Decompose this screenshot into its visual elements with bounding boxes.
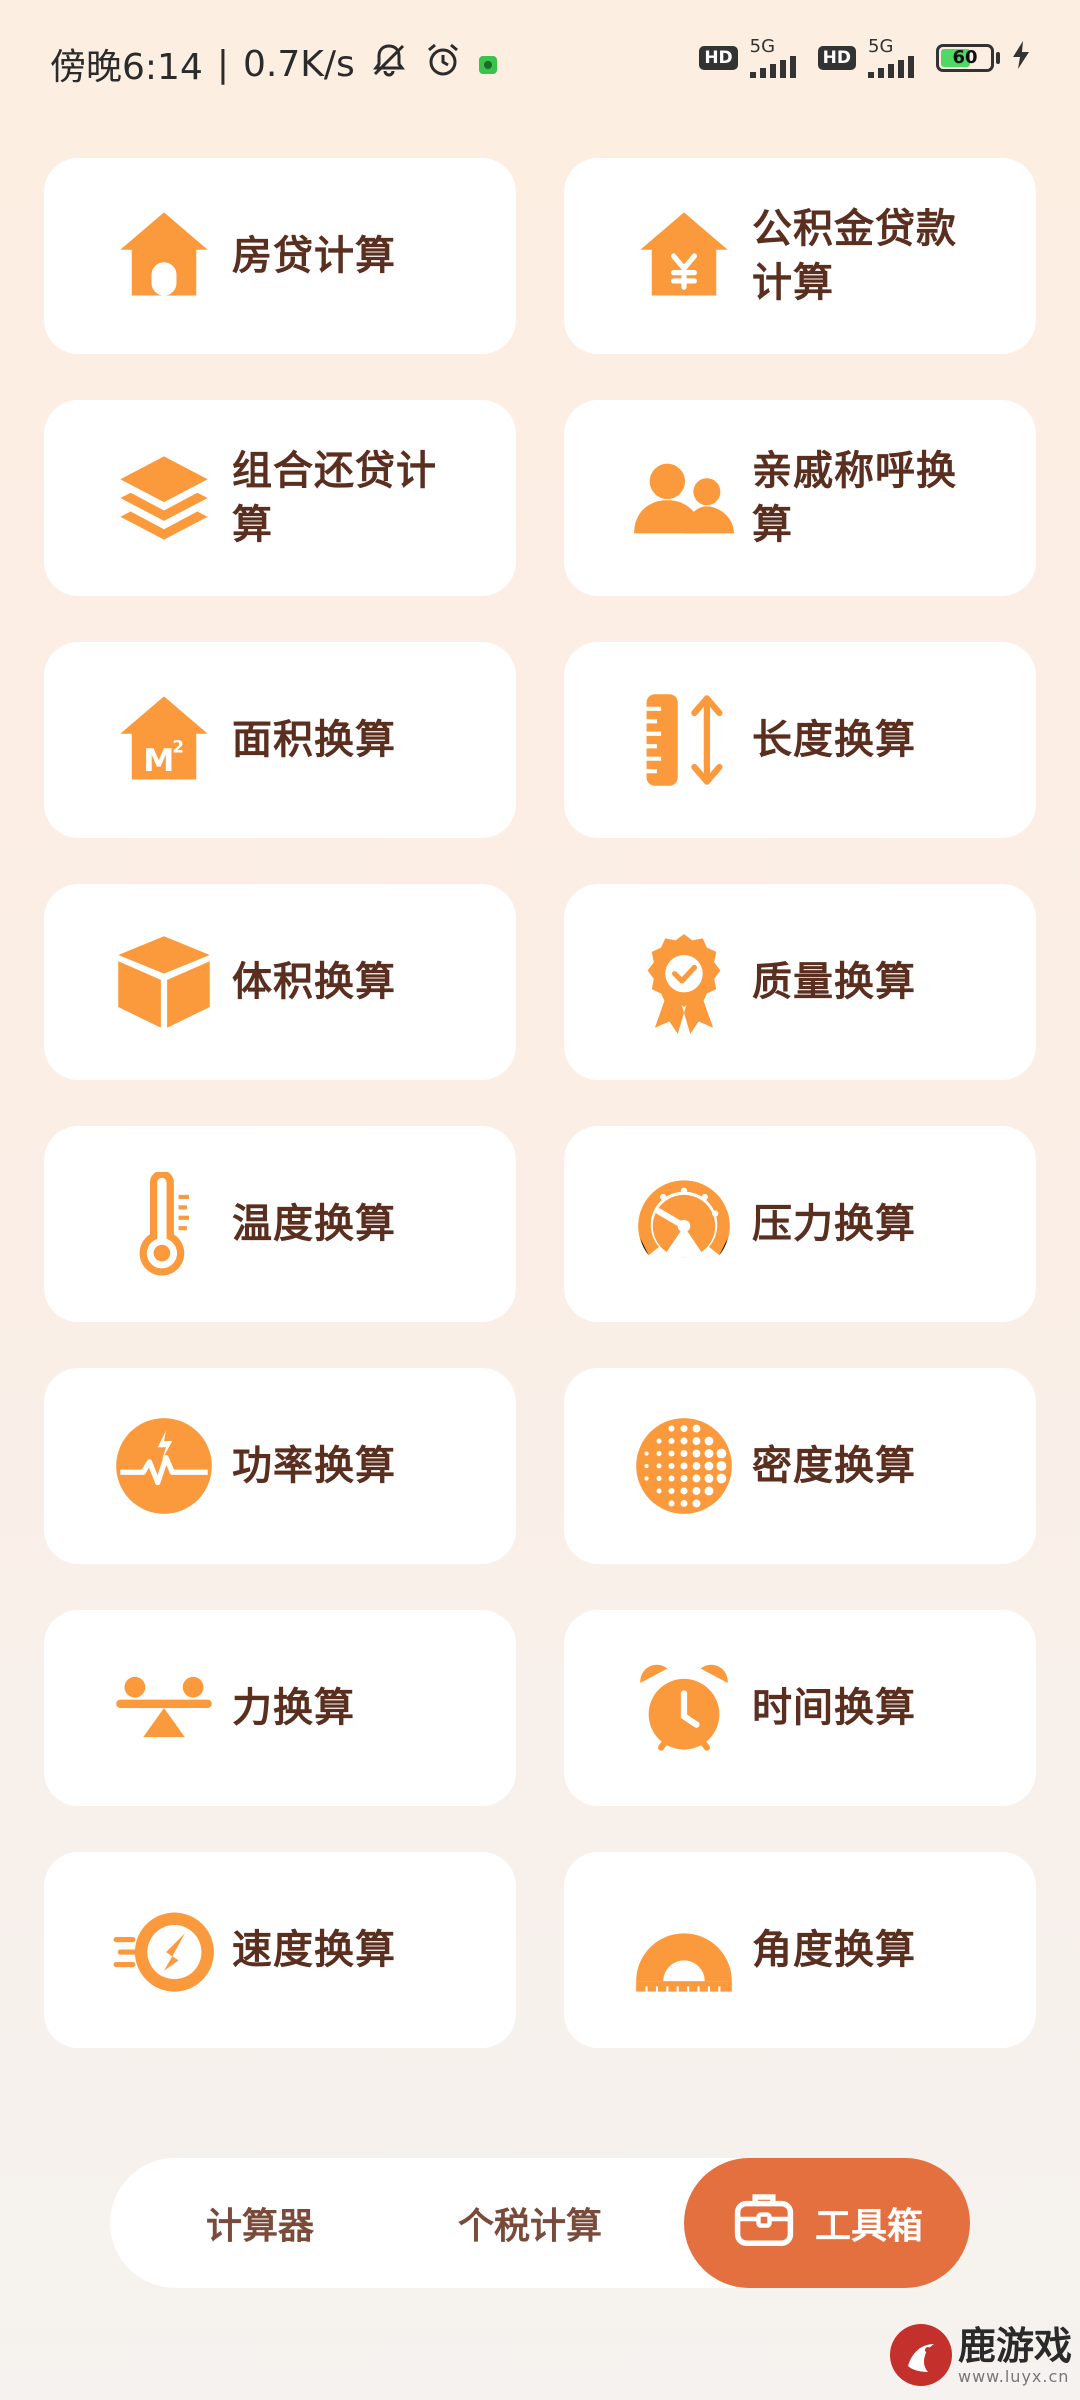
tool-label: 时间换算 <box>752 1685 916 1731</box>
house-m2-icon: M2 <box>112 688 216 792</box>
tool-card-combined-loan[interactable]: 组合还贷计算 <box>44 400 516 596</box>
tool-label: 组合还贷计算 <box>232 448 437 548</box>
watermark: 鹿游戏 www.luyx.cn <box>889 2324 1072 2386</box>
people-icon <box>632 446 736 550</box>
alarm-clock-icon <box>632 1656 736 1760</box>
watermark-text: 鹿游戏 www.luyx.cn <box>958 2325 1072 2386</box>
tool-card-pressure[interactable]: 压力换算 <box>564 1126 1036 1322</box>
tool-card-temperature[interactable]: 温度换算 <box>44 1126 516 1322</box>
tool-card-volume[interactable]: 体积换算 <box>44 884 516 1080</box>
status-left: 傍晚6:14 | 0.7K/s <box>50 38 499 90</box>
medal-badge-icon <box>632 930 736 1034</box>
tool-card-relatives[interactable]: 亲戚称呼换算 <box>564 400 1036 596</box>
network-type-label-2: 5G <box>868 36 894 57</box>
house-icon <box>112 204 216 308</box>
seesaw-icon <box>112 1656 216 1760</box>
tab-label: 个税计算 <box>457 2206 602 2247</box>
hd-badge-2: HD <box>817 46 856 70</box>
tool-card-force[interactable]: 力换算 <box>44 1610 516 1806</box>
tool-label: 长度换算 <box>752 717 916 763</box>
svg-text:2: 2 <box>172 737 184 756</box>
tool-label: 亲戚称呼换算 <box>752 448 957 548</box>
watermark-sub: www.luyx.cn <box>957 2366 1070 2386</box>
ruler-arrows-icon <box>632 688 736 792</box>
tool-label: 温度换算 <box>232 1201 396 1247</box>
battery-icon: 60 <box>936 44 994 72</box>
alarm-icon <box>423 40 463 89</box>
signal-bars-icon-2 <box>868 56 914 78</box>
tool-card-angle[interactable]: 角度换算 <box>564 1852 1036 2048</box>
status-separator: | <box>216 43 229 85</box>
tool-grid: 房贷计算 公积金贷款计算 组合还贷计算 亲戚称呼换算 M2 面积换算 长度换算 <box>44 158 1036 2048</box>
tool-label: 质量换算 <box>752 959 916 1005</box>
deer-logo-icon <box>889 2324 952 2386</box>
tab-toolbox[interactable]: 工具箱 <box>684 2158 970 2288</box>
tool-label: 角度换算 <box>752 1927 916 1973</box>
tool-label: 密度换算 <box>752 1443 916 1489</box>
tool-label: 体积换算 <box>232 959 396 1005</box>
power-wave-icon <box>112 1414 216 1518</box>
status-right: HD 5G HD 5G 60 <box>699 38 1030 78</box>
signal-group-2: 5G <box>868 38 924 78</box>
briefcase-icon <box>731 2186 797 2261</box>
tool-label: 速度换算 <box>232 1927 396 1973</box>
tab-calculator[interactable]: 计算器 <box>150 2158 370 2288</box>
cube-icon <box>112 930 216 1034</box>
tool-card-speed[interactable]: 速度换算 <box>44 1852 516 2048</box>
tool-label: 力换算 <box>232 1685 355 1731</box>
svg-text:M: M <box>143 743 174 779</box>
watermark-main: 鹿游戏 <box>957 2323 1072 2368</box>
tool-label: 房贷计算 <box>232 233 396 279</box>
dot-grid-circle-icon <box>632 1414 736 1518</box>
signal-bars-icon <box>749 56 796 78</box>
thermometer-icon <box>112 1172 216 1276</box>
tool-card-provident-fund[interactable]: 公积金贷款计算 <box>564 158 1036 354</box>
tool-label: 压力换算 <box>752 1201 916 1247</box>
battery-level: 60 <box>952 47 978 68</box>
tab-label: 工具箱 <box>814 2206 923 2247</box>
signal-group-1: 5G <box>749 36 806 78</box>
tool-card-time[interactable]: 时间换算 <box>564 1610 1036 1806</box>
tool-label: 面积换算 <box>232 717 396 763</box>
notification-dot-icon <box>477 44 499 85</box>
tool-card-mass[interactable]: 质量换算 <box>564 884 1036 1080</box>
bottom-nav: 计算器 个税计算 工具箱 <box>110 2158 970 2288</box>
tab-label: 计算器 <box>205 2206 314 2247</box>
charging-bolt-icon <box>1012 41 1030 75</box>
tool-card-area[interactable]: M2 面积换算 <box>44 642 516 838</box>
status-time: 傍晚6:14 <box>50 47 203 88</box>
gauge-icon <box>632 1172 736 1276</box>
battery-cap <box>996 52 1000 64</box>
tool-card-density[interactable]: 密度换算 <box>564 1368 1036 1564</box>
speed-compass-icon <box>112 1898 216 2002</box>
tab-income-tax[interactable]: 个税计算 <box>410 2158 650 2288</box>
network-type-label: 5G <box>749 36 776 57</box>
tool-card-length[interactable]: 长度换算 <box>564 642 1036 838</box>
mute-bell-icon <box>369 40 409 89</box>
tool-label: 公积金贷款计算 <box>752 206 957 306</box>
tool-card-mortgage[interactable]: 房贷计算 <box>44 158 516 354</box>
protractor-icon <box>632 1898 736 2002</box>
house-yuan-icon <box>632 204 736 308</box>
tool-label: 功率换算 <box>232 1443 396 1489</box>
tool-card-power[interactable]: 功率换算 <box>44 1368 516 1564</box>
hd-badge: HD <box>699 46 738 70</box>
status-bar: 傍晚6:14 | 0.7K/s HD 5G HD 5G 60 <box>0 0 1080 120</box>
layers-icon <box>112 446 216 550</box>
network-speed: 0.7K/s <box>242 43 355 85</box>
